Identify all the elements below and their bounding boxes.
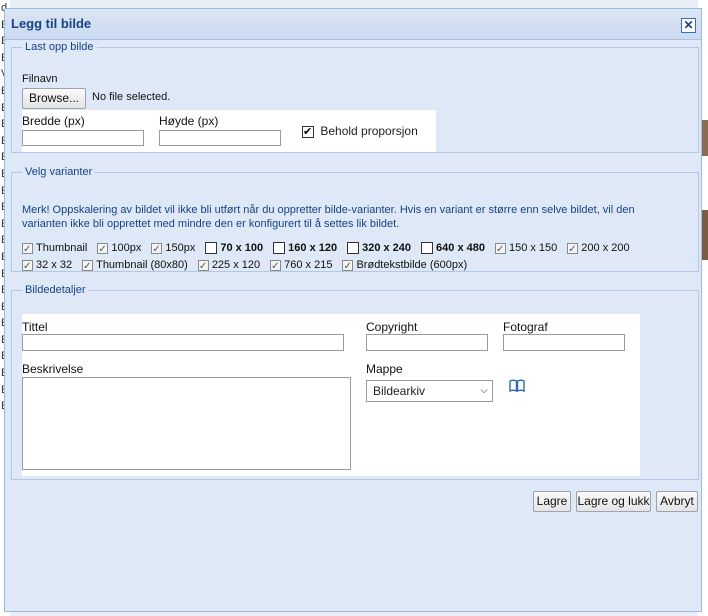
filename-label: Filnavn [22, 73, 58, 85]
variant-label: 200 x 200 [581, 242, 630, 254]
variant-label: 70 x 100 [220, 242, 264, 254]
checkbox-checked-icon[interactable] [342, 258, 354, 275]
variant-label: 225 x 120 [211, 259, 261, 271]
variants-legend: Velg varianter [25, 166, 93, 178]
variant-label: 32 x 32 [36, 259, 73, 271]
checkbox-empty-icon[interactable] [273, 242, 286, 255]
dimensions-panel: Bredde (px) Høyde (px) Behold proporsjon [22, 110, 436, 152]
variants-note: Merk! Oppskalering av bildet vil ikke bl… [22, 204, 635, 230]
variant-checkbox[interactable]: 640 x 480 [421, 240, 485, 257]
cancel-button[interactable]: Avbryt [656, 491, 698, 512]
save-button[interactable]: Lagre [533, 491, 571, 512]
variant-label: 320 x 240 [362, 242, 412, 254]
checkbox-empty-icon[interactable] [421, 242, 434, 255]
checkbox-checked-icon[interactable] [567, 241, 579, 258]
chevron-down-icon: ⌵ [480, 385, 488, 396]
dialog-title: Legg til bilde [11, 16, 92, 31]
checkbox-empty-icon[interactable] [347, 242, 360, 255]
photographer-label: Fotograf [503, 320, 548, 334]
variant-label: 640 x 480 [436, 242, 485, 254]
copyright-label: Copyright [366, 320, 418, 334]
checkbox-empty-icon[interactable] [205, 242, 218, 255]
checkbox-checked-icon[interactable] [494, 241, 506, 258]
variant-label: 150px [165, 242, 196, 254]
checkbox-checked-icon[interactable] [82, 258, 94, 275]
width-label: Bredde (px) [22, 114, 85, 128]
dialog-titlebar: Legg til bilde ✕ [5, 9, 701, 40]
checkbox-check-icon[interactable] [302, 125, 314, 138]
details-legend: Bildedetaljer [25, 284, 86, 296]
folder-select-value: Bildearkiv [373, 384, 426, 398]
variant-checkbox[interactable]: 70 x 100 [205, 240, 263, 257]
title-label: Tittel [22, 320, 48, 334]
keep-ratio-label: Behold proporsjon [320, 124, 418, 138]
folder-select[interactable]: Bildearkiv ⌵ [366, 380, 493, 402]
variant-checkbox[interactable]: 100px [97, 240, 142, 258]
details-fieldset: Bildedetaljer Tittel Copyright Fotograf … [11, 284, 699, 480]
variant-checkbox[interactable]: 150px [151, 240, 196, 258]
variant-checkbox[interactable]: Thumbnail [22, 240, 88, 258]
variant-label: Thumbnail [36, 242, 88, 254]
variant-label: Thumbnail (80x80) [96, 259, 188, 271]
variant-checkbox[interactable]: 32 x 32 [22, 257, 73, 275]
height-field[interactable] [159, 130, 281, 146]
variant-checkbox[interactable]: 200 x 200 [567, 240, 630, 258]
copyright-field[interactable] [366, 334, 488, 351]
close-icon[interactable]: ✕ [681, 18, 696, 33]
checkbox-checked-icon[interactable] [197, 258, 209, 275]
file-status: No file selected. [92, 91, 171, 103]
checkbox-checked-icon[interactable] [22, 241, 33, 258]
checkbox-checked-icon[interactable] [151, 241, 163, 258]
variant-label: Brødtekstbilde (600px) [356, 259, 468, 271]
description-label: Beskrivelse [22, 362, 84, 376]
variant-checkbox[interactable]: 320 x 240 [347, 240, 411, 257]
save-and-close-button[interactable]: Lagre og lukk [576, 491, 651, 512]
height-label: Høyde (px) [159, 114, 219, 128]
keep-ratio-checkbox[interactable]: Behold proporsjon [302, 124, 418, 138]
book-icon[interactable] [509, 379, 525, 396]
variant-checkbox[interactable]: 225 x 120 [197, 257, 261, 275]
variant-checkbox[interactable]: 150 x 150 [494, 240, 558, 258]
add-image-dialog: Legg til bilde ✕ Last opp bilde Filnavn … [4, 8, 702, 612]
checkbox-checked-icon[interactable] [22, 258, 33, 275]
variants-list: Thumbnail 100px 150px 70 x 100 160 x 120 320 … [22, 240, 687, 275]
description-field[interactable] [22, 377, 351, 470]
folder-label: Mappe [366, 362, 403, 376]
checkbox-checked-icon[interactable] [270, 258, 282, 275]
variant-checkbox[interactable]: 160 x 120 [273, 240, 337, 257]
upload-fieldset: Last opp bilde Filnavn Browse... No file… [11, 41, 699, 153]
variants-fieldset: Velg varianter Merk! Oppskalering av bil… [11, 166, 699, 275]
variant-label: 760 x 215 [284, 259, 333, 271]
title-field[interactable] [22, 334, 344, 351]
variant-label: 100px [111, 242, 142, 254]
upload-legend: Last opp bilde [25, 41, 94, 53]
footer-divider [11, 479, 699, 480]
details-panel: Tittel Copyright Fotograf Beskrivelse Ma… [22, 314, 640, 476]
variant-checkbox[interactable]: Thumbnail (80x80) [82, 257, 188, 275]
photographer-field[interactable] [503, 334, 625, 351]
variant-checkbox[interactable]: 760 x 215 [270, 257, 333, 275]
browse-button[interactable]: Browse... [22, 88, 86, 109]
variant-label: 160 x 120 [288, 242, 338, 254]
variant-checkbox[interactable]: Brødtekstbilde (600px) [342, 257, 468, 275]
width-field[interactable] [22, 130, 144, 146]
variant-label: 150 x 150 [508, 242, 558, 254]
checkbox-checked-icon[interactable] [97, 241, 109, 258]
